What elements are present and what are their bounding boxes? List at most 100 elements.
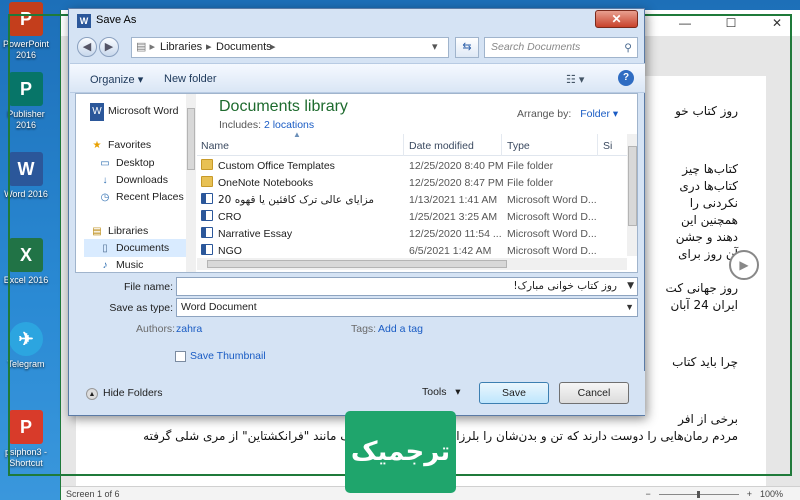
file-list-vertical-scrollbar[interactable] (627, 134, 637, 256)
hide-folders-button[interactable]: ▲ Hide Folders (86, 387, 163, 400)
file-name-input[interactable]: روز کتاب خوانی مبارک! ▼ (176, 277, 638, 296)
desktop-icon-excel[interactable]: X Excel 2016 (0, 238, 52, 286)
file-type: Microsoft Word D... (507, 211, 597, 223)
dialog-titlebar: W Save As ✕ (69, 9, 644, 33)
tags-label: Tags: (351, 323, 377, 335)
column-name[interactable]: Name (201, 140, 229, 152)
dialog-toolbar: Organize ▾ New folder ☷ ▾ ? (70, 63, 645, 93)
doc-line: همچنین این (680, 213, 738, 227)
tags-field[interactable]: Add a tag (378, 323, 423, 335)
save-thumbnail-checkbox[interactable] (175, 351, 186, 362)
chevron-down-icon[interactable]: ▾ (432, 38, 438, 57)
chevron-down-icon[interactable]: ▼ (625, 299, 634, 316)
authors-field[interactable]: zahra (176, 323, 202, 335)
organize-button[interactable]: Organize ▾ (90, 73, 143, 86)
breadcrumb-documents[interactable]: Documents (216, 38, 272, 57)
desktop-icon-powerpoint[interactable]: P PowerPoint 2016 (0, 2, 52, 61)
authors-label: Authors: (136, 323, 176, 335)
dialog-title: Save As (96, 14, 137, 26)
breadcrumb[interactable]: ▤ ▸ Libraries ▸ Documents ▸ ▾ (131, 37, 449, 58)
save-thumbnail-label[interactable]: Save Thumbnail (190, 350, 266, 362)
folder-icon (201, 159, 213, 170)
file-name-label: File name: (123, 281, 173, 293)
column-divider[interactable] (501, 134, 502, 156)
desktop-icon-telegram[interactable]: ✈ Telegram (0, 322, 52, 370)
doc-line: روز کتاب خو (675, 104, 738, 118)
doc-line: دهند و جشن (675, 230, 738, 244)
column-type[interactable]: Type (507, 140, 530, 152)
column-divider[interactable] (597, 134, 598, 156)
save-button[interactable]: Save (479, 382, 549, 404)
brand-logo: ترجمیک (345, 411, 456, 493)
doc-line: ایران 24 آبان (670, 298, 738, 312)
includes-label: Includes: (219, 119, 262, 131)
help-icon[interactable]: ? (618, 70, 634, 86)
next-page-icon[interactable]: ▶ (729, 250, 759, 280)
arrange-value: Folder (580, 108, 610, 120)
desktop-icon-psiphon[interactable]: P psiphon3 - Shortcut (0, 410, 52, 469)
dialog-close-button[interactable]: ✕ (595, 10, 638, 28)
file-list-horizontal-scrollbar[interactable] (197, 258, 627, 270)
tools-label: Tools (422, 386, 447, 398)
cancel-button[interactable]: Cancel (559, 382, 629, 404)
file-date: 12/25/2020 8:40 PM (409, 160, 504, 172)
scroll-thumb[interactable] (187, 108, 195, 170)
word-document-icon (201, 193, 213, 204)
maximize-icon[interactable]: ☐ (708, 10, 754, 36)
arrange-dropdown[interactable]: Folder ▾ (580, 108, 618, 120)
file-row[interactable]: Narrative Essay 12/25/2020 11:54 ... Mic… (197, 226, 627, 243)
back-button[interactable]: ◀ (77, 37, 97, 57)
locations-link[interactable]: 2 locations (264, 119, 314, 131)
recent-places-icon: ◷ (100, 192, 110, 203)
save-type-label: Save as type: (109, 302, 173, 314)
nav-item-favorites[interactable]: ★ Favorites (90, 136, 200, 154)
file-type: File folder (507, 160, 554, 172)
views-button[interactable]: ☷ ▾ (566, 73, 584, 86)
file-row[interactable]: مزایای عالی ترک کافئین یا قهوه 20 1/13/2… (197, 192, 627, 209)
nav-item-label: Documents (116, 242, 170, 254)
tools-dropdown[interactable]: Tools ▾ (422, 386, 461, 398)
zoom-in-icon[interactable]: + (747, 487, 752, 500)
chevron-up-icon: ▲ (86, 388, 98, 400)
desktop-icon-label: Word 2016 (4, 189, 48, 199)
refresh-button[interactable]: ⇆ (455, 37, 479, 58)
nav-item-label: Favorites (108, 139, 152, 151)
nav-item-documents[interactable]: ▯ Documents (84, 239, 186, 257)
close-icon[interactable]: ✕ (754, 10, 800, 36)
column-divider[interactable] (403, 134, 404, 156)
file-browser: W Microsoft Word ★ Favorites ▭ Desktop ↓ Dow… (75, 93, 638, 273)
search-icon: ⚲ (624, 42, 632, 54)
nav-item-microsoft-word[interactable]: W Microsoft Word (90, 102, 200, 121)
chevron-down-icon[interactable]: ▼ (627, 278, 634, 295)
column-size[interactable]: Si (603, 140, 612, 152)
search-input[interactable]: Search Documents ⚲ (484, 37, 638, 58)
search-placeholder: Search Documents (491, 41, 581, 53)
navigation-pane: W Microsoft Word ★ Favorites ▭ Desktop ↓ Dow… (76, 94, 196, 272)
save-type-select[interactable]: Word Document ▼ (176, 298, 638, 317)
column-date-modified[interactable]: Date modified (409, 140, 474, 152)
zoom-slider[interactable] (658, 490, 739, 498)
scroll-thumb[interactable] (628, 146, 637, 226)
desktop-icon-label: Publisher 2016 (7, 109, 45, 130)
nav-item-libraries[interactable]: ▤ Libraries (90, 222, 200, 240)
file-row[interactable]: OneNote Notebooks 12/25/2020 8:47 PM Fil… (197, 175, 627, 192)
desktop-icon-word[interactable]: W Word 2016 (0, 152, 52, 200)
minimize-icon[interactable]: — (662, 10, 708, 36)
nav-item-label: Recent Places (116, 191, 184, 203)
folder-icon (201, 176, 213, 187)
nav-scrollbar[interactable] (186, 94, 196, 272)
file-type: Microsoft Word D... (507, 228, 597, 240)
scroll-thumb[interactable] (207, 260, 507, 268)
breadcrumb-libraries[interactable]: Libraries (160, 38, 202, 57)
file-row[interactable]: CRO 1/25/2021 3:25 AM Microsoft Word D..… (197, 209, 627, 226)
save-type-value: Word Document (181, 301, 257, 313)
zoom-out-icon[interactable]: − (645, 487, 650, 500)
telegram-icon: ✈ (9, 322, 43, 356)
desktop-icon-label: Excel 2016 (3, 275, 49, 285)
forward-button[interactable]: ▶ (99, 37, 119, 57)
arrange-by: Arrange by: Folder ▾ (517, 108, 618, 120)
new-folder-button[interactable]: New folder (164, 73, 217, 85)
file-row[interactable]: Custom Office Templates 12/25/2020 8:40 … (197, 158, 627, 175)
psiphon-icon: P (9, 410, 43, 444)
desktop-icon-publisher[interactable]: P Publisher 2016 (0, 72, 52, 131)
